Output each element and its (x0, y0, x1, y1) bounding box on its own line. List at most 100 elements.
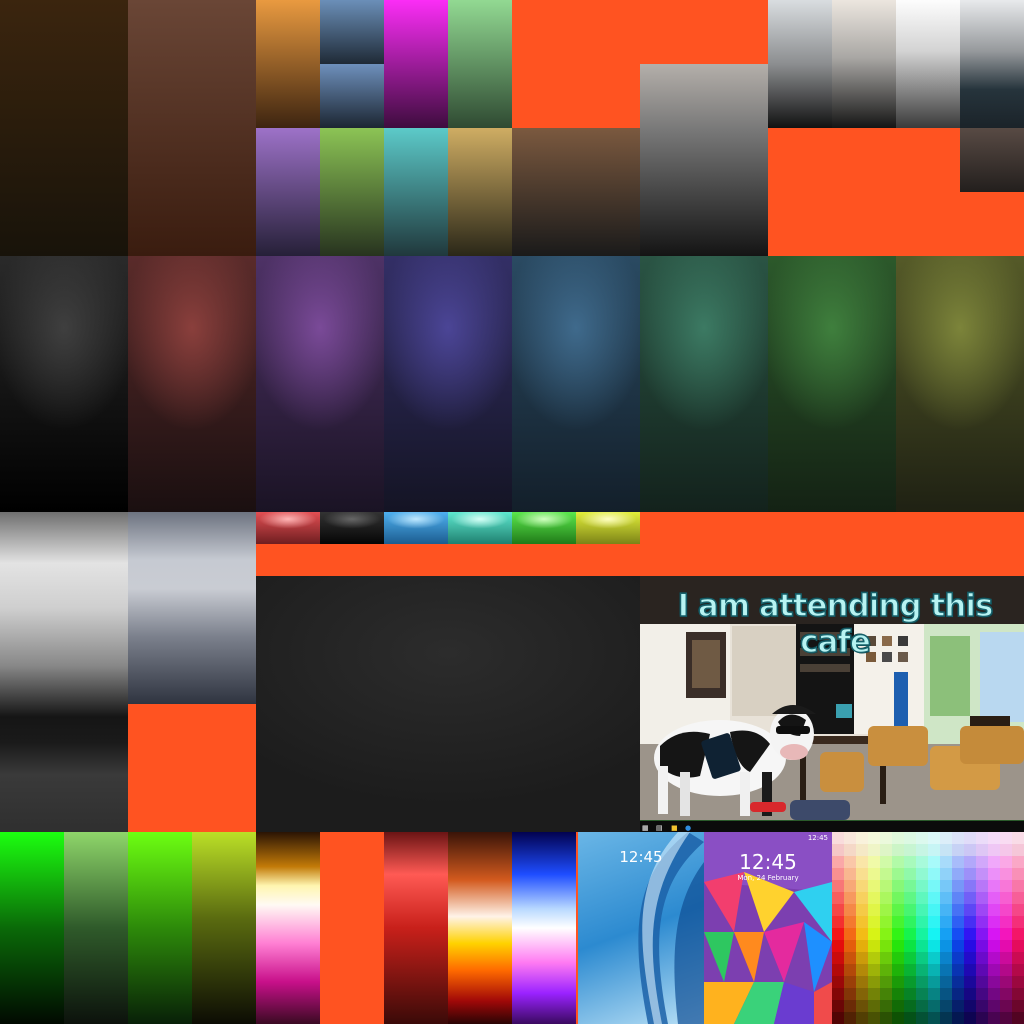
palette-swatch (844, 976, 856, 988)
palette-swatch (1012, 904, 1024, 916)
palette-swatch (832, 916, 844, 928)
palette-swatch (856, 1012, 868, 1024)
yellow-olive-gradient (192, 832, 256, 1024)
palette-swatch (856, 844, 868, 856)
palette-swatch (928, 964, 940, 976)
palette-swatch (856, 976, 868, 988)
button-black (320, 512, 384, 544)
palette-swatch (904, 844, 916, 856)
palette-swatch (976, 1012, 988, 1024)
palette-swatch (964, 988, 976, 1000)
palette-swatch (892, 832, 904, 844)
button-green (512, 512, 576, 544)
palette-swatch (928, 976, 940, 988)
palette-swatch (832, 1000, 844, 1012)
palette-swatch (832, 892, 844, 904)
palette-swatch (928, 1012, 940, 1024)
task-view-icon[interactable]: ▤ (656, 825, 663, 832)
palette-swatch (928, 868, 940, 880)
palette-swatch (988, 868, 1000, 880)
palette-swatch (832, 856, 844, 868)
palette-swatch (892, 964, 904, 976)
palette-swatch (916, 988, 928, 1000)
palette-swatch (988, 1000, 1000, 1012)
palette-swatch (1000, 940, 1012, 952)
palette-swatch (952, 844, 964, 856)
palette-swatch (928, 880, 940, 892)
browser-icon[interactable]: ● (685, 825, 692, 832)
palette-swatch (1012, 964, 1024, 976)
palette-swatch (844, 832, 856, 844)
palette-swatch (916, 976, 928, 988)
start-icon[interactable]: ▦ (642, 825, 649, 832)
palette-swatch (1012, 940, 1024, 952)
folder-icon[interactable]: ■ (671, 825, 678, 832)
palette-swatch (940, 916, 952, 928)
chrome-gradient-2 (832, 0, 896, 128)
palette-swatch (928, 988, 940, 1000)
palette-swatch (940, 988, 952, 1000)
charcoal-panel (256, 576, 640, 832)
palette-swatch (976, 832, 988, 844)
palette-swatch (928, 844, 940, 856)
palette-swatch (916, 952, 928, 964)
palette-swatch (928, 928, 940, 940)
palette-swatch (988, 976, 1000, 988)
palette-swatch (940, 904, 952, 916)
palette-swatch (832, 988, 844, 1000)
palette-swatch (856, 832, 868, 844)
palette-swatch (1000, 1000, 1012, 1012)
palette-swatch (856, 964, 868, 976)
palette-swatch (976, 916, 988, 928)
palette-swatch (904, 904, 916, 916)
phone-1-clock: 12:45 (619, 848, 663, 866)
palette-swatch (976, 904, 988, 916)
palette-swatch (976, 988, 988, 1000)
palette-swatch (1000, 964, 1012, 976)
dark-taupe-gradient (960, 128, 1024, 192)
palette-swatch (916, 880, 928, 892)
steel-blue-gradient-2 (320, 64, 384, 128)
metallic-gradient-2 (128, 512, 256, 704)
palette-swatch (892, 916, 904, 928)
palette-swatch (880, 1012, 892, 1024)
palette-swatch (1012, 1012, 1024, 1024)
palette-swatch (856, 880, 868, 892)
palette-swatch (964, 928, 976, 940)
palette-swatch (868, 916, 880, 928)
palette-swatch (1000, 844, 1012, 856)
palette-swatch (1000, 976, 1012, 988)
palette-swatch (892, 976, 904, 988)
palette-swatch (988, 856, 1000, 868)
brown-dark-gradient (0, 0, 128, 256)
green-vignette (768, 256, 896, 512)
palette-swatch (964, 976, 976, 988)
phone-2-date: Mon, 24 February (737, 874, 799, 882)
palette-swatch (940, 832, 952, 844)
palette-swatch (952, 856, 964, 868)
palette-swatch (928, 892, 940, 904)
palette-swatch (868, 856, 880, 868)
palette-swatch (844, 952, 856, 964)
palette-swatch (1000, 916, 1012, 928)
palette-swatch (940, 880, 952, 892)
color-palette-grid (832, 832, 1024, 1024)
palette-swatch (964, 1012, 976, 1024)
indigo-vignette (384, 256, 512, 512)
palette-swatch (964, 832, 976, 844)
palette-swatch (952, 940, 964, 952)
palette-swatch (856, 952, 868, 964)
red-vignette (128, 256, 256, 512)
palette-swatch (916, 964, 928, 976)
palette-swatch (916, 1000, 928, 1012)
palette-swatch (952, 1000, 964, 1012)
palette-swatch (940, 856, 952, 868)
palette-swatch (892, 844, 904, 856)
palette-swatch (868, 868, 880, 880)
palette-swatch (880, 856, 892, 868)
palette-swatch (952, 1012, 964, 1024)
palette-swatch (880, 844, 892, 856)
palette-swatch (916, 868, 928, 880)
palette-swatch (832, 952, 844, 964)
palette-swatch (916, 916, 928, 928)
